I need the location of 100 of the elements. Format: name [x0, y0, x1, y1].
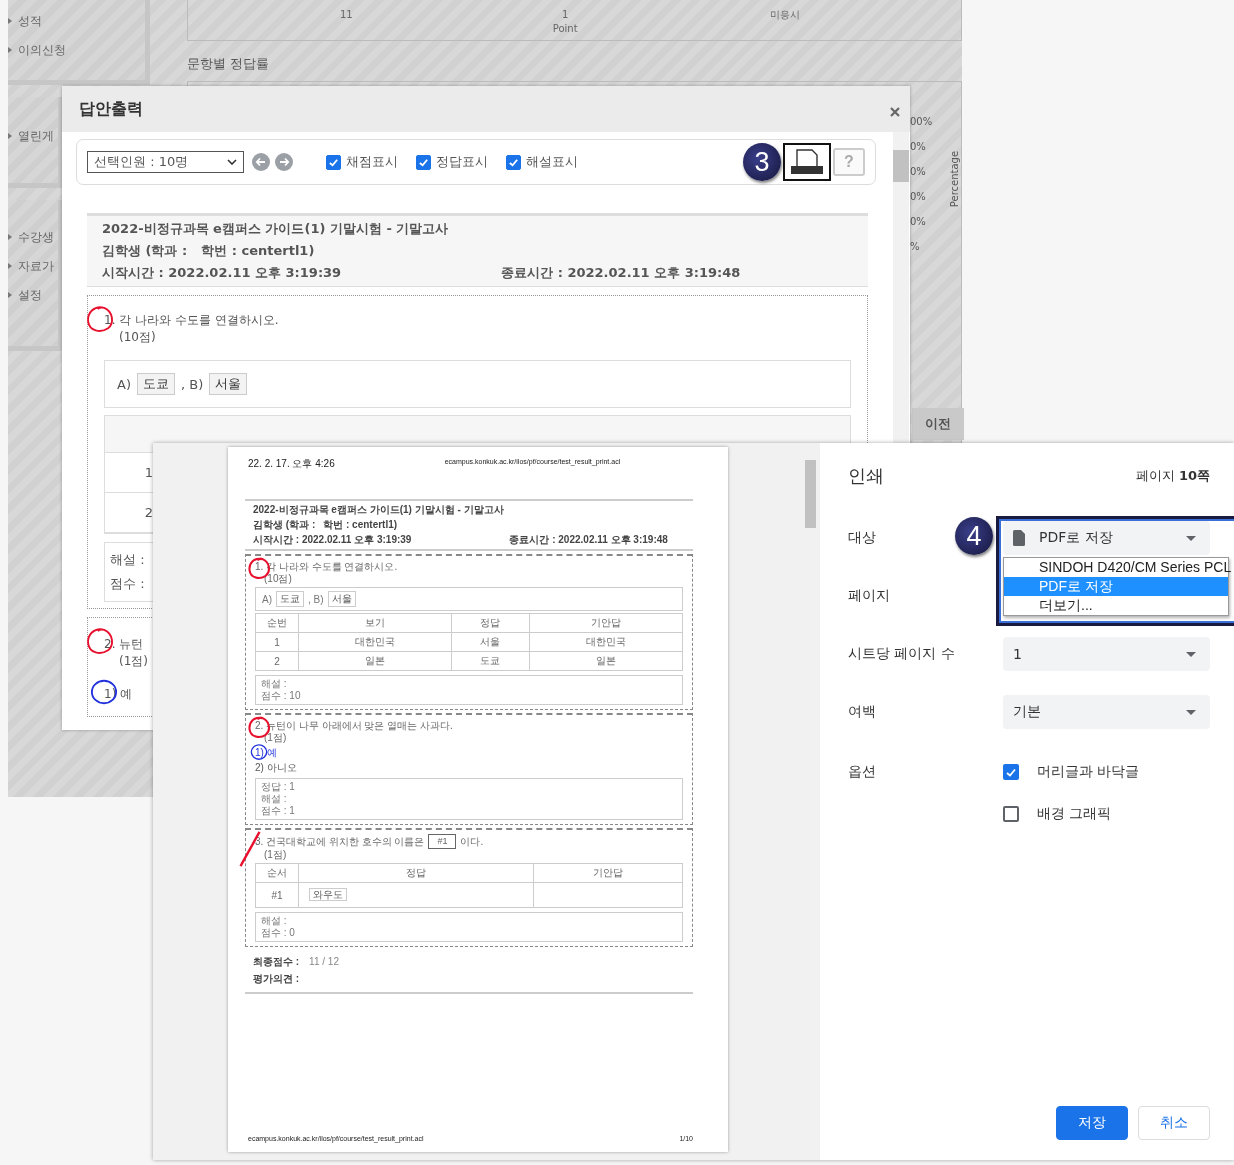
step-badge: 4: [955, 517, 993, 555]
start-time: 시작시간 : 2022.02.11 오후 3:19:39: [102, 264, 342, 282]
sidebar-item[interactable]: 수강생: [8, 222, 58, 251]
table-cell: 1: [255, 632, 299, 652]
setting-label: 대상: [848, 529, 876, 545]
table-cell-text: 2: [143, 505, 153, 520]
setting-label: 페이지: [848, 587, 890, 603]
next-icon[interactable]: [275, 153, 293, 171]
prev-icon[interactable]: [252, 153, 270, 171]
answer-option: 2) 아니오: [255, 762, 297, 773]
sidebar-item[interactable]: 자료가: [8, 251, 58, 280]
sidebar-item[interactable]: 설정: [8, 280, 58, 309]
caret-icon: [1186, 535, 1196, 541]
member-select[interactable]: 선택인원 : 10명: [87, 151, 244, 173]
chart-label: 1 Point: [552, 8, 578, 36]
print-date: 22. 2. 17. 오후 4:26: [248, 457, 335, 471]
answer-label: A): [117, 376, 131, 392]
step-badge: 3: [743, 143, 781, 181]
checkbox-option[interactable]: 배경 그래픽: [1003, 805, 1112, 823]
dropdown-option[interactable]: 더보기...: [1004, 596, 1228, 615]
table-header: 보기: [298, 613, 452, 633]
setting-label: 여백: [848, 703, 876, 719]
caret-icon: [1186, 651, 1196, 657]
table-header: 기안답: [533, 863, 683, 883]
student-id: 학번 : centertl1): [323, 518, 398, 532]
feedback-line: 점수 : 0: [261, 927, 296, 939]
feedback-line: 정답 : 1: [261, 781, 296, 793]
answer-label: A): [262, 593, 272, 605]
table-cell: 와우도: [309, 888, 347, 901]
answer-option: 1) 예: [255, 747, 277, 758]
table-cell: 2: [255, 651, 299, 671]
question-points: (1점): [119, 653, 148, 670]
axis-tick-label: 00%: [910, 116, 933, 129]
setting-select[interactable]: 기본: [1003, 695, 1210, 729]
axis-title: Percentage: [948, 150, 960, 208]
comment-label: 평가의견 :: [253, 972, 301, 986]
feedback-line: 해설 :: [261, 678, 288, 690]
print-button[interactable]: [783, 143, 831, 181]
question-points: (10점): [264, 573, 293, 585]
check-icon: [508, 156, 519, 168]
prev-button[interactable]: 이전: [912, 408, 964, 440]
table-cell: 서울: [451, 632, 530, 652]
close-icon[interactable]: [890, 107, 900, 117]
checkbox-option[interactable]: 채점표시: [326, 153, 398, 171]
table-header: 순서: [255, 863, 299, 883]
answer-value: 서울: [327, 591, 356, 607]
checkbox-option[interactable]: 정답표시: [416, 153, 488, 171]
table-cell: #1: [255, 882, 299, 908]
question-points: (10점): [119, 329, 156, 346]
answer-label: , B): [180, 376, 204, 392]
table-header: 순번: [255, 613, 299, 633]
answer-value: 도쿄: [276, 591, 304, 607]
file-icon: [1013, 530, 1025, 546]
feedback-line: 점수 : 10: [261, 690, 302, 702]
table-cell: 도쿄: [451, 651, 530, 671]
feedback-line: 해설 :: [261, 793, 288, 805]
table-cell: 대한민국: [529, 632, 683, 652]
setting-select[interactable]: 1: [1003, 637, 1210, 671]
save-button[interactable]: 저장: [1056, 1106, 1128, 1140]
student-name: 김학생 (학과 :: [253, 518, 316, 532]
student-id: 학번 : centertl1): [201, 242, 315, 260]
final-score: 11 / 12: [309, 956, 339, 967]
table-header: 기안답: [529, 613, 683, 633]
sidebar-item[interactable]: 열린게: [8, 121, 58, 150]
setting-label: 시트당 페이지 수: [848, 645, 955, 661]
table-cell: 일본: [298, 651, 452, 671]
feedback-line: 해설 :: [110, 551, 146, 569]
axis-tick-label: 0%: [910, 166, 927, 179]
question-text: 이다.: [460, 835, 484, 848]
blank-field: #1: [428, 834, 457, 849]
feedback-line: 점수 : 1: [261, 805, 296, 817]
table-cell: 일본: [529, 651, 683, 671]
caret-icon: [1186, 709, 1196, 715]
answer-label: , B): [308, 593, 324, 605]
final-score-label: 최종점수 :: [253, 956, 300, 967]
destination-select[interactable]: PDF로 저장: [1003, 521, 1210, 555]
table-cell-text: 1: [143, 465, 153, 480]
end-time: 종료시간 : 2022.02.11 오후 3:19:48: [509, 533, 668, 547]
axis-tick-label: 0%: [910, 191, 927, 204]
question-points: (1점): [264, 849, 288, 861]
axis-tick-label: 0%: [910, 141, 927, 154]
print-title: 인쇄: [848, 464, 884, 488]
sidebar-item[interactable]: 성적: [8, 6, 145, 35]
exam-title: 2022-비정규과목 e캠퍼스 가이드(1) 기말시험 - 기말고사: [253, 503, 505, 517]
page-count: 페이지 10쪽: [1135, 467, 1210, 485]
checkbox-option[interactable]: 해설표시: [506, 153, 578, 171]
student-name: 김학생 (학과 :: [102, 242, 188, 260]
chart-label: 미응시: [769, 8, 800, 22]
setting-label: 옵션: [848, 763, 876, 779]
selected-circle-mark: [250, 743, 268, 761]
exam-title: 2022-비정규과목 e캠퍼스 가이드(1) 기말시험 - 기말고사: [102, 220, 450, 238]
checkbox-option[interactable]: 머리글과 바닥글: [1003, 763, 1140, 781]
dialog-title: 답안출력: [79, 98, 143, 120]
sidebar-item[interactable]: 이의신청: [8, 35, 145, 64]
axis-tick-label: %: [910, 241, 921, 254]
cancel-button[interactable]: 취소: [1138, 1106, 1210, 1140]
table-header: 정답: [451, 613, 530, 633]
check-icon: [418, 156, 429, 168]
check-icon: [328, 156, 339, 168]
feedback-line: 해설 :: [261, 915, 288, 927]
